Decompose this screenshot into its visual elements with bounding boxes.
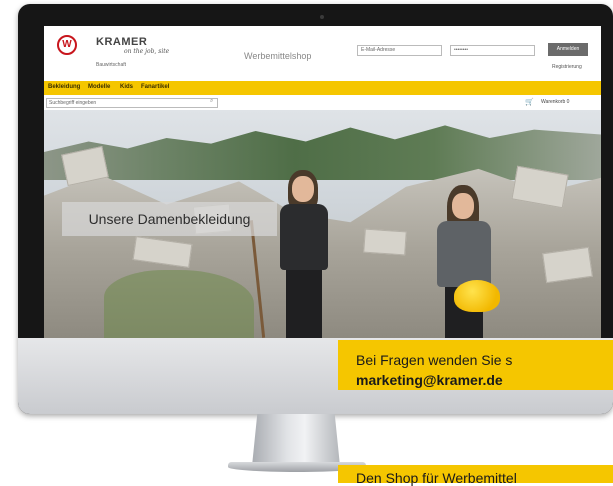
shop-header: W KRAMER on the job, site Bauwirtschaft … bbox=[44, 26, 601, 81]
email-field[interactable]: E-Mail-Adresse bbox=[357, 45, 442, 56]
hero-grass bbox=[104, 270, 254, 338]
contact-email-link[interactable]: marketing@kramer.de bbox=[356, 372, 503, 388]
hero-banner[interactable]: Unsere Damenbekleidung bbox=[44, 110, 601, 338]
brand-tagline: on the job, site bbox=[124, 48, 170, 55]
hard-hat-icon bbox=[454, 280, 500, 312]
brand-subtitle: Bauwirtschaft bbox=[96, 62, 127, 68]
woman-left bbox=[274, 170, 334, 338]
search-row: Suchbegriff eingeben ⌕ 🛒 Warenkorb 0 bbox=[44, 95, 601, 111]
hero-caption[interactable]: Unsere Damenbekleidung bbox=[62, 211, 277, 227]
rubble-block bbox=[363, 228, 407, 256]
webcam-dot bbox=[320, 15, 324, 19]
shop-callout-text: Den Shop für Werbemittel bbox=[356, 470, 517, 486]
kramer-logo-icon[interactable]: W bbox=[57, 35, 77, 55]
shop-title: Werbemittelshop bbox=[244, 51, 312, 61]
nav-item-modelle[interactable]: Modelle bbox=[88, 84, 110, 90]
search-icon[interactable]: ⌕ bbox=[210, 98, 213, 105]
search-input[interactable]: Suchbegriff eingeben bbox=[46, 98, 218, 108]
nav-item-fanartikel[interactable]: Fanartikel bbox=[141, 84, 169, 90]
woman-right bbox=[429, 185, 499, 338]
cart-label[interactable]: Warenkorb 0 bbox=[541, 99, 569, 105]
cart-icon[interactable]: 🛒 bbox=[525, 98, 534, 106]
nav-item-bekleidung[interactable]: Bekleidung bbox=[48, 84, 80, 90]
monitor-stand bbox=[252, 414, 340, 466]
login-button[interactable]: Anmelden bbox=[548, 43, 588, 56]
password-field[interactable]: •••••••• bbox=[450, 45, 535, 56]
brand-name: KRAMER bbox=[96, 36, 148, 48]
nav-item-kids[interactable]: Kids bbox=[120, 84, 133, 90]
contact-callout-text: Bei Fragen wenden Sie s bbox=[356, 352, 513, 368]
category-nav: Bekleidung Modelle Kids Fanartikel bbox=[44, 81, 601, 95]
register-link[interactable]: Registrierung bbox=[552, 64, 582, 70]
monitor-screen: W KRAMER on the job, site Bauwirtschaft … bbox=[44, 26, 601, 338]
